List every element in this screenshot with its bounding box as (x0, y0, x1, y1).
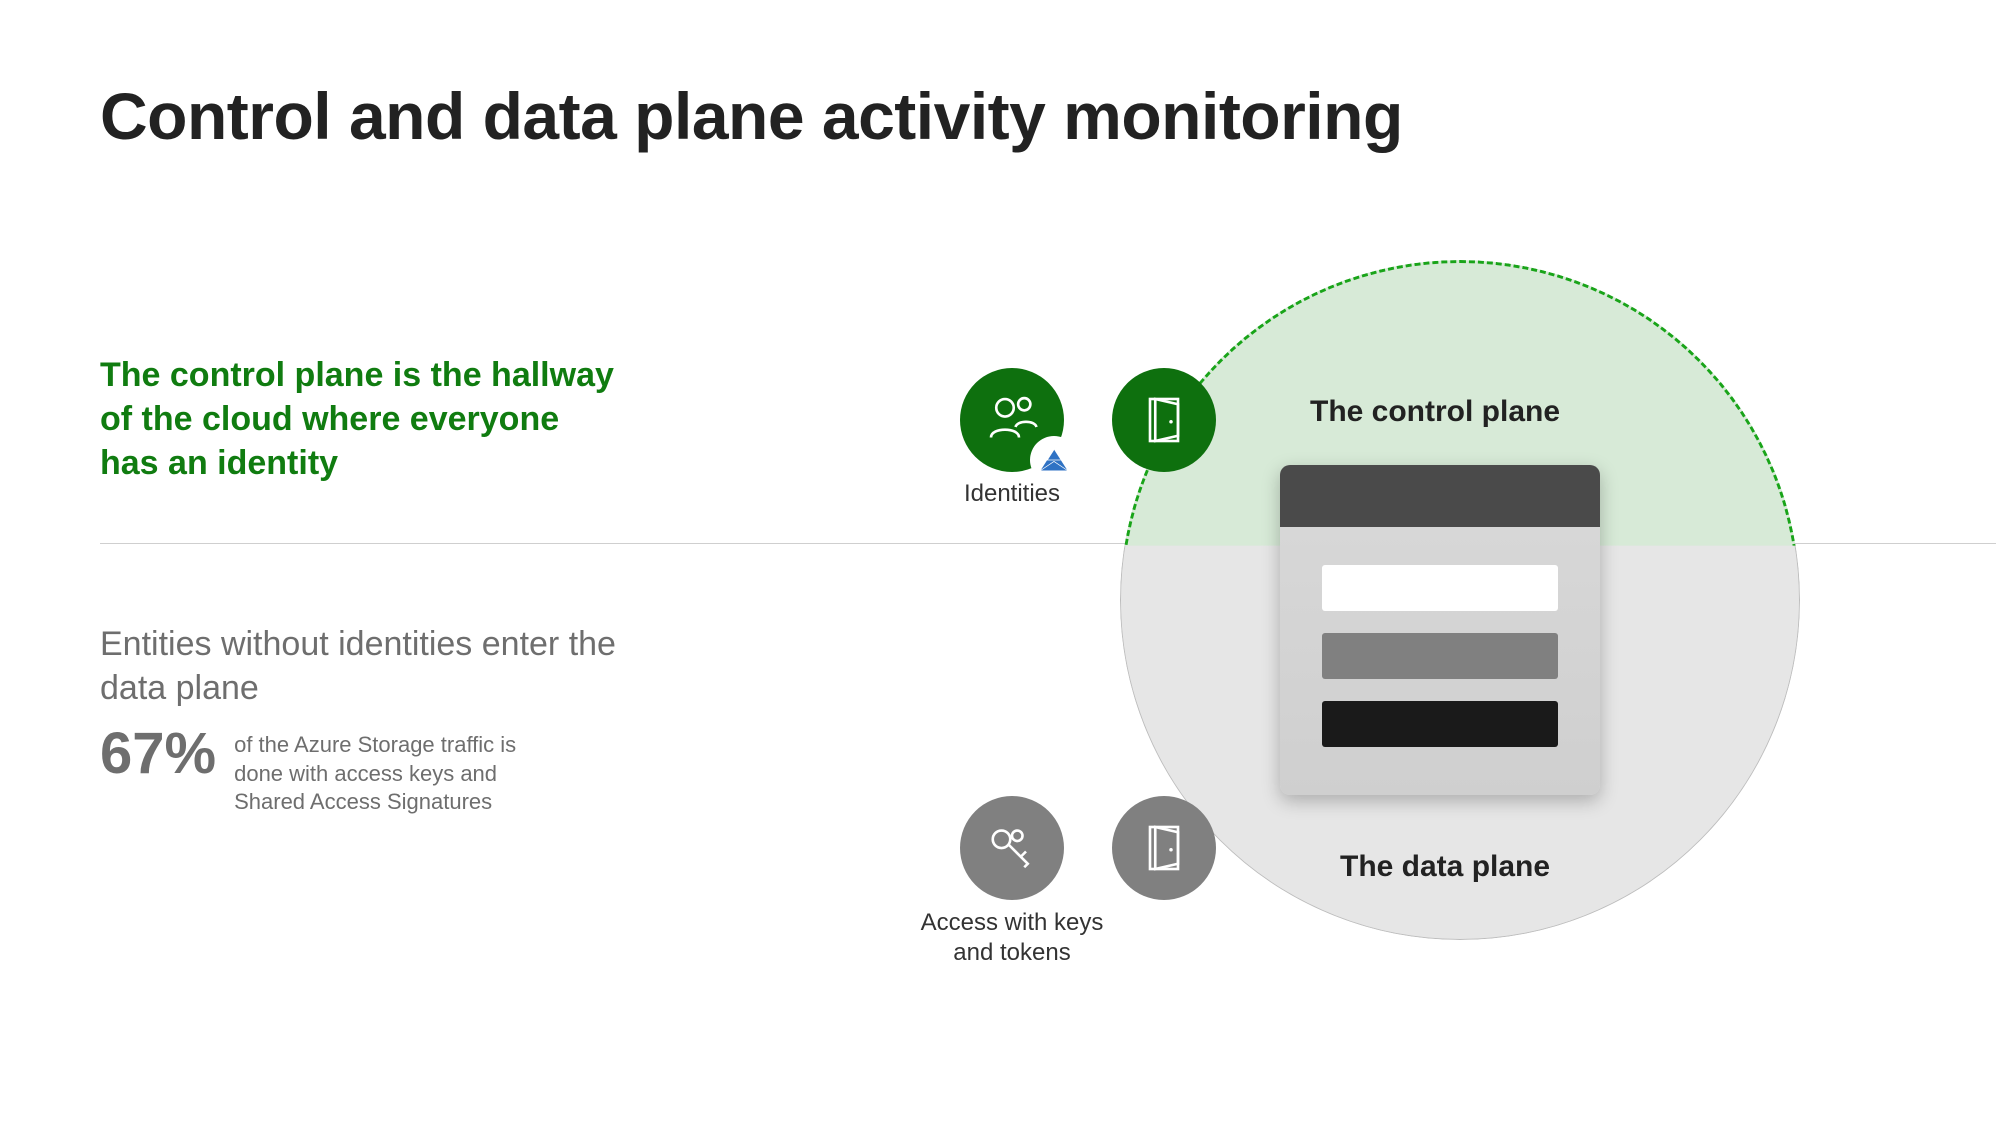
plane-diagram: The control plane The data plane (960, 280, 1860, 1000)
key-icon (960, 796, 1064, 900)
control-plane-description: The control plane is the hallway of the … (100, 353, 620, 486)
data-plane-description: Entities without identities enter the da… (100, 622, 620, 710)
slide: Control and data plane activity monitori… (0, 0, 1996, 1125)
data-plane-statistic: 67% of the Azure Storage traffic is done… (100, 725, 620, 817)
door-icon (1112, 368, 1216, 472)
azure-ad-badge-icon (1032, 438, 1076, 482)
device-row-3 (1322, 701, 1558, 747)
keys-caption: Access with keys and tokens (912, 908, 1112, 968)
device-header (1280, 465, 1600, 527)
data-plane-label: The data plane (1340, 850, 1550, 884)
device-row-2 (1322, 633, 1558, 679)
stat-caption: of the Azure Storage traffic is done wit… (234, 725, 544, 817)
identities-caption: Identities (912, 480, 1112, 508)
control-plane-label: The control plane (1310, 395, 1560, 429)
device-row-1 (1322, 565, 1558, 611)
door-icon (1112, 796, 1216, 900)
resource-device (1280, 465, 1600, 795)
stat-percentage: 67% (100, 725, 216, 783)
page-title: Control and data plane activity monitori… (100, 78, 1403, 154)
